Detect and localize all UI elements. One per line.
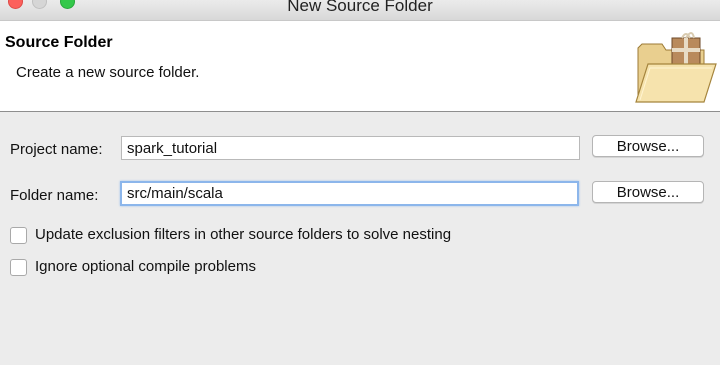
folder-browse-button[interactable]: Browse... xyxy=(592,181,704,203)
folder-name-label: Folder name: xyxy=(10,187,99,204)
folder-package-icon xyxy=(635,32,717,103)
window-titlebar: New Source Folder xyxy=(0,0,720,21)
update-exclusion-label: Update exclusion filters in other source… xyxy=(35,226,452,243)
project-name-field[interactable] xyxy=(121,136,580,160)
page-title: Source Folder xyxy=(5,34,113,51)
update-exclusion-checkbox[interactable] xyxy=(10,227,27,244)
folder-name-field[interactable] xyxy=(120,181,579,206)
wizard-banner: Source Folder Create a new source folder… xyxy=(0,21,720,112)
ignore-optional-label: Ignore optional compile problems xyxy=(35,258,256,275)
project-name-label: Project name: xyxy=(10,141,103,158)
page-description: Create a new source folder. xyxy=(16,64,200,81)
window-title: New Source Folder xyxy=(287,0,433,15)
project-browse-button[interactable]: Browse... xyxy=(592,135,704,157)
ignore-optional-checkbox[interactable] xyxy=(10,259,27,276)
